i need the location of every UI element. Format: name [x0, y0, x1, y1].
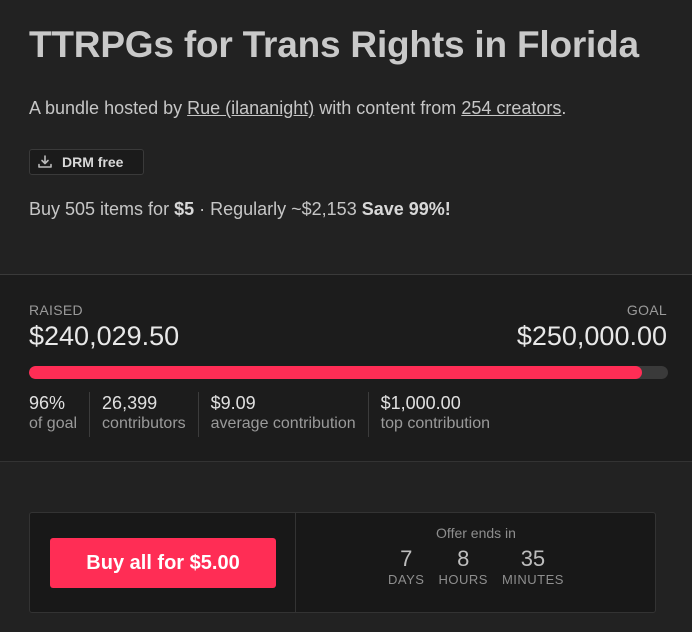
countdown-value: 7	[400, 546, 413, 571]
download-icon	[38, 155, 52, 168]
byline: A bundle hosted by Rue (ilananight) with…	[29, 98, 566, 119]
stat-top-contribution: $1,000.00 top contribution	[381, 392, 502, 437]
offer-price: $5	[174, 199, 195, 219]
countdown-value: 8	[457, 546, 470, 571]
countdown-hours: 8 HOURS	[438, 546, 487, 588]
offer-countdown: Offer ends in 7 DAYS 8 HOURS 35 MINUTES	[296, 513, 656, 612]
stat-value: 96%	[29, 393, 66, 413]
raised-label: RAISED	[29, 302, 83, 318]
creators-link[interactable]: 254 creators	[461, 98, 561, 118]
stat-label: top contribution	[380, 415, 491, 432]
stat-label: of goal	[29, 415, 78, 432]
drm-free-label: DRM free	[62, 154, 124, 170]
stat-label: contributors	[102, 415, 186, 432]
stat-contributors: 26,399 contributors	[102, 392, 199, 437]
stat-value: $9.09	[210, 393, 256, 413]
goal-amount: $250,000.00	[516, 321, 667, 351]
drm-free-badge: DRM free	[29, 149, 144, 175]
section-divider	[0, 461, 692, 462]
page-title: TTRPGs for Trans Rights in Florida	[29, 24, 639, 65]
byline-prefix: A bundle hosted by	[29, 98, 183, 118]
stat-average-contribution: $9.09 average contribution	[211, 392, 369, 437]
byline-middle: with content from	[319, 98, 457, 118]
host-link[interactable]: Rue (ilananight)	[187, 98, 314, 118]
funding-stats: 96% of goal 26,399 contributors $9.09 av…	[29, 392, 514, 437]
progress-bar	[29, 366, 668, 379]
countdown-unit: MINUTES	[501, 572, 564, 587]
offer-savings: Save 99%!	[361, 199, 451, 219]
stat-value: 26,399	[102, 393, 158, 413]
offer-ends-label: Offer ends in	[436, 525, 516, 541]
countdown-unit: DAYS	[388, 572, 425, 587]
offer-regular: · Regularly ~$2,153	[194, 199, 362, 219]
stat-label: average contribution	[210, 415, 356, 432]
purchase-panel: Buy all for $5.00 Offer ends in 7 DAYS 8…	[29, 512, 656, 613]
byline-suffix: .	[561, 98, 567, 118]
countdown-value: 35	[520, 546, 546, 571]
countdown-unit: HOURS	[438, 572, 488, 587]
stat-percent-of-goal: 96% of goal	[29, 392, 91, 437]
countdown-timer: 7 DAYS 8 HOURS 35 MINUTES	[296, 546, 656, 588]
goal-label: GOAL	[626, 302, 667, 318]
countdown-days: 7 DAYS	[388, 546, 424, 588]
countdown-minutes: 35 MINUTES	[502, 546, 564, 588]
progress-fill	[29, 366, 643, 379]
offer-prefix: Buy 505 items for	[29, 199, 170, 219]
raised-amount: $240,029.50	[29, 321, 180, 351]
offer-summary: Buy 505 items for $5 · Regularly ~$2,153…	[29, 199, 451, 220]
buy-all-button[interactable]: Buy all for $5.00	[50, 538, 276, 588]
stat-value: $1,000.00	[380, 393, 461, 413]
